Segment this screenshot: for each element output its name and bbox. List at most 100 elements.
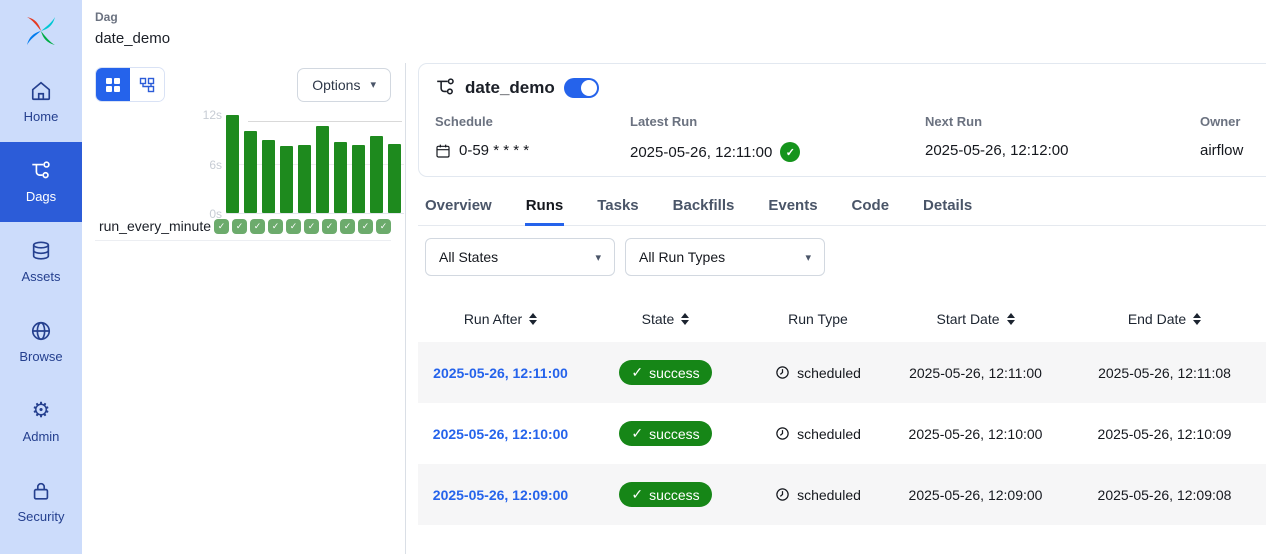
task-instance-success-badge[interactable]: ✓ <box>358 219 373 234</box>
column-header-state[interactable]: State <box>583 311 748 327</box>
task-instance-success-badge[interactable]: ✓ <box>232 219 247 234</box>
tab-overview[interactable]: Overview <box>424 189 493 226</box>
tab-tasks[interactable]: Tasks <box>596 189 639 226</box>
duration-bar[interactable] <box>370 136 383 213</box>
task-instance-success-badge[interactable]: ✓ <box>286 219 301 234</box>
column-header-start-date[interactable]: Start Date <box>888 311 1063 327</box>
schedule-value: 0-59 * * * * <box>459 142 529 159</box>
tab-code[interactable]: Code <box>851 189 891 226</box>
sidebar-item-assets[interactable]: Assets <box>0 222 82 302</box>
sidebar-item-label: Home <box>24 109 59 124</box>
latest-run-value[interactable]: 2025-05-26, 12:11:00 <box>630 144 772 161</box>
sidebar-item-label: Assets <box>21 269 60 284</box>
state-badge-success[interactable]: ✓ success <box>619 360 711 385</box>
tab-events[interactable]: Events <box>767 189 818 226</box>
duration-bar[interactable] <box>262 140 275 214</box>
sidebar-item-admin[interactable]: ⚙ Admin <box>0 382 82 462</box>
page-header: Dag date_demo <box>82 0 1266 60</box>
sidebar-item-browse[interactable]: Browse <box>0 302 82 382</box>
run-type-label: scheduled <box>797 365 861 381</box>
duration-bar[interactable] <box>352 145 365 213</box>
options-button[interactable]: Options ▾ <box>297 68 391 102</box>
run-types-filter-select[interactable]: All Run Types ▾ <box>625 238 825 276</box>
run-after-link[interactable]: 2025-05-26, 12:10:00 <box>433 426 568 442</box>
tab-details[interactable]: Details <box>922 189 973 226</box>
tab-backfills[interactable]: Backfills <box>672 189 736 226</box>
graph-view-button[interactable] <box>130 68 164 101</box>
tab-bar: Overview Runs Tasks Backfills Events Code Deta… <box>418 189 1266 226</box>
task-row: run_every_minute ✓✓✓✓✓✓✓✓✓✓ <box>95 218 391 241</box>
runs-table-body: 2025-05-26, 12:11:00 ✓ success scheduled 202… <box>418 342 1266 525</box>
sort-icon <box>681 313 689 325</box>
column-header-run-after[interactable]: Run After <box>418 311 583 327</box>
admin-gear-icon: ⚙ <box>30 400 52 422</box>
pinwheel-icon <box>24 14 58 48</box>
duration-bar[interactable] <box>316 126 329 213</box>
task-instance-success-badge[interactable]: ✓ <box>322 219 337 234</box>
end-date-cell: 2025-05-26, 12:11:08 <box>1063 365 1266 381</box>
duration-bar[interactable] <box>298 145 311 213</box>
column-header-end-date[interactable]: End Date <box>1063 311 1266 327</box>
states-filter-select[interactable]: All States ▾ <box>425 238 615 276</box>
dag-detail-panel: date_demo Schedule 0-59 * * * * <box>406 60 1266 554</box>
check-icon: ✓ <box>631 364 643 381</box>
column-label: Run After <box>464 311 522 327</box>
calendar-icon <box>435 143 451 159</box>
tab-runs[interactable]: Runs <box>525 189 565 226</box>
states-filter-value: All States <box>439 249 498 265</box>
next-run-value: 2025-05-26, 12:12:00 <box>925 142 1068 159</box>
meta-owner: Owner airflow <box>1200 114 1252 162</box>
run-types-filter-value: All Run Types <box>639 249 725 265</box>
grid-panel: Options ▾ 12s 6s 0s run_every_minute ✓✓✓… <box>82 60 405 554</box>
duration-bar[interactable] <box>334 142 347 213</box>
start-date-cell: 2025-05-26, 12:10:00 <box>888 426 1063 442</box>
chevron-down-icon: ▾ <box>370 78 376 91</box>
state-label: success <box>649 426 700 442</box>
column-label: Start Date <box>936 311 999 327</box>
options-label: Options <box>312 77 360 93</box>
run-after-link[interactable]: 2025-05-26, 12:09:00 <box>433 487 568 503</box>
y-tick-6s: 6s <box>209 158 226 172</box>
duration-bar[interactable] <box>226 115 239 213</box>
y-tick-0s: 0s <box>209 207 226 221</box>
duration-bars <box>226 115 404 214</box>
meta-label: Latest Run <box>630 114 925 129</box>
meta-next-run: Next Run 2025-05-26, 12:12:00 <box>925 114 1200 162</box>
task-instance-success-badge[interactable]: ✓ <box>250 219 265 234</box>
sidebar-item-home[interactable]: Home <box>0 62 82 142</box>
sidebar-item-dags[interactable]: Dags <box>0 142 82 222</box>
state-badge-success[interactable]: ✓success <box>619 482 711 507</box>
duration-bar[interactable] <box>280 146 293 213</box>
run-type-cell: scheduled <box>748 487 888 503</box>
meta-label: Schedule <box>435 114 630 129</box>
start-date-cell: 2025-05-26, 12:11:00 <box>888 365 1063 381</box>
sidebar: Home Dags Assets Browse <box>0 0 82 554</box>
column-label: Run Type <box>788 311 848 327</box>
chevron-down-icon: ▾ <box>805 251 811 264</box>
task-instance-success-badge[interactable]: ✓ <box>340 219 355 234</box>
duration-bar[interactable] <box>388 144 401 213</box>
run-after-link[interactable]: 2025-05-26, 12:11:00 <box>433 365 568 381</box>
task-instance-success-badge[interactable]: ✓ <box>304 219 319 234</box>
column-label: End Date <box>1128 311 1186 327</box>
end-date-cell: 2025-05-26, 12:09:08 <box>1063 487 1266 503</box>
task-instance-success-badge[interactable]: ✓ <box>376 219 391 234</box>
owner-value: airflow <box>1200 142 1243 159</box>
sidebar-item-label: Dags <box>26 189 56 204</box>
grid-view-button[interactable] <box>96 68 130 101</box>
state-badge-success[interactable]: ✓success <box>619 421 711 446</box>
meta-latest-run: Latest Run 2025-05-26, 12:11:00 ✓ <box>630 114 925 162</box>
sidebar-item-security[interactable]: Security <box>0 462 82 542</box>
task-instance-badges: ✓✓✓✓✓✓✓✓✓✓ <box>214 219 391 234</box>
dag-name: date_demo <box>465 78 555 98</box>
dags-icon <box>30 160 52 182</box>
state-label: success <box>649 365 700 381</box>
page-title: date_demo <box>95 30 1266 47</box>
run-row: 2025-05-26, 12:10:00✓successscheduled202… <box>418 403 1266 464</box>
task-name: run_every_minute <box>95 218 214 234</box>
dag-enabled-toggle[interactable] <box>564 78 599 98</box>
runs-table: Run After State Run Type Start Date End Date… <box>418 295 1266 525</box>
duration-bar[interactable] <box>244 131 257 213</box>
task-instance-success-badge[interactable]: ✓ <box>268 219 283 234</box>
airflow-logo[interactable] <box>0 0 82 62</box>
